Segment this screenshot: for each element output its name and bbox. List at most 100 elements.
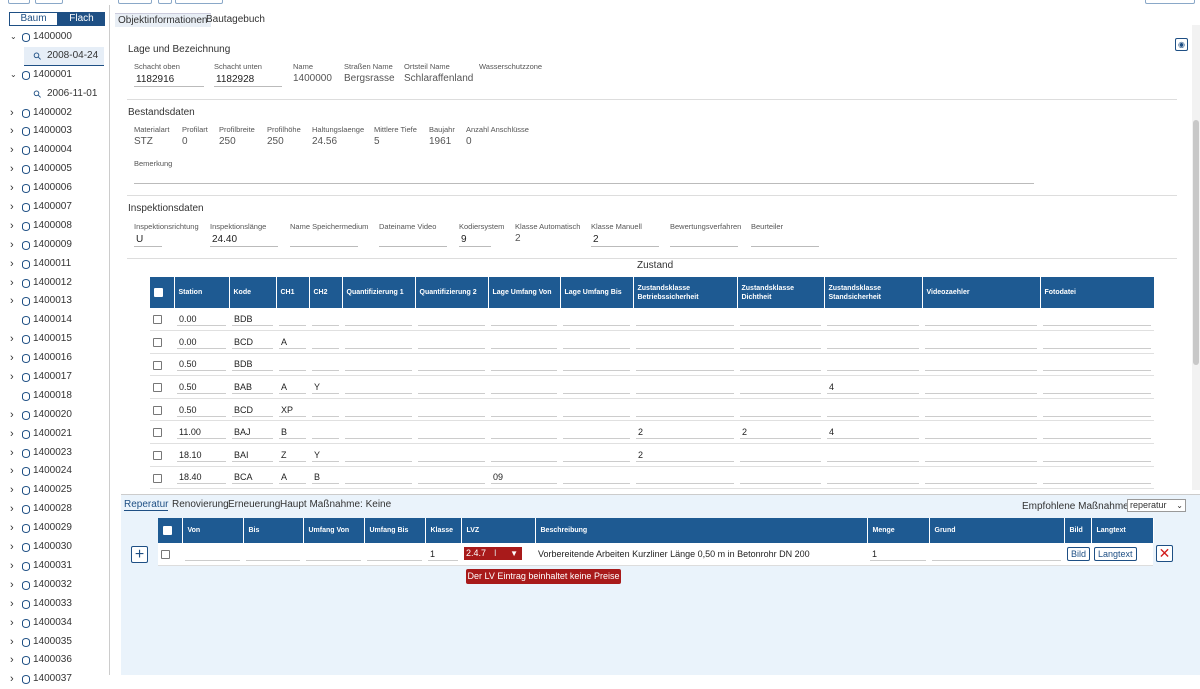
select-all-checkbox-cell[interactable] <box>150 277 175 308</box>
tree-item[interactable]: › 1400007 <box>0 198 110 217</box>
column-header[interactable]: Station <box>174 277 230 308</box>
chevron-down-icon[interactable]: ⌄ <box>10 28 17 47</box>
tab-renovierung[interactable]: Renovierung <box>172 499 229 510</box>
cell-input[interactable]: A <box>279 380 306 395</box>
cell-input[interactable] <box>312 403 339 417</box>
cell-input[interactable] <box>740 448 821 462</box>
cell-input[interactable]: 4 <box>827 425 919 440</box>
row-checkbox[interactable] <box>153 473 162 483</box>
cell-input[interactable] <box>740 470 821 485</box>
select-all-checkbox-cell[interactable] <box>158 518 183 543</box>
row-checkbox-cell[interactable] <box>150 398 174 422</box>
cell-input[interactable]: 2 <box>636 448 734 462</box>
cell-input[interactable]: 0.50 <box>177 357 226 372</box>
tree-item[interactable]: › 1400013 <box>0 292 110 311</box>
cell-input[interactable] <box>1043 403 1151 417</box>
cell-input[interactable] <box>345 470 412 485</box>
tree-item[interactable]: › 1400017 <box>0 368 110 387</box>
langtext-button[interactable]: Langtext <box>1094 546 1137 561</box>
bild-button[interactable]: Bild <box>1067 546 1091 561</box>
add-row-button[interactable]: + <box>131 546 148 563</box>
cell-input[interactable] <box>925 448 1037 462</box>
toolbar-button[interactable] <box>8 0 30 4</box>
cell-input[interactable] <box>491 403 557 417</box>
chevron-right-icon[interactable]: › <box>10 217 14 236</box>
delete-row-button[interactable]: ✕ <box>1156 545 1173 562</box>
cell-input[interactable] <box>279 312 306 327</box>
cell-input[interactable] <box>1043 425 1151 440</box>
cell-input[interactable] <box>1043 470 1151 485</box>
column-header[interactable]: Beschreibung <box>535 518 868 543</box>
cell-input[interactable]: 0.50 <box>177 403 226 417</box>
tree-item[interactable]: › 1400032 <box>0 576 110 595</box>
column-header[interactable]: CH1 <box>276 277 310 308</box>
tree-item[interactable]: › 1400002 <box>0 104 110 123</box>
toolbar-button[interactable] <box>118 0 152 4</box>
cell-input[interactable] <box>312 312 339 327</box>
cell-input[interactable]: BDB <box>232 357 273 372</box>
tree-item[interactable]: › 1400020 <box>0 406 110 425</box>
chevron-right-icon[interactable]: › <box>10 198 14 217</box>
row-checkbox-cell[interactable] <box>158 543 182 566</box>
cell-input[interactable]: BCA <box>232 470 273 485</box>
tree-item[interactable]: › 1400034 <box>0 614 110 633</box>
chevron-right-icon[interactable]: › <box>10 500 14 519</box>
cell-input[interactable] <box>418 403 485 417</box>
chevron-right-icon[interactable]: › <box>10 614 14 633</box>
toolbar-button[interactable] <box>175 0 223 4</box>
cell-input[interactable]: 2 <box>740 425 821 440</box>
column-header[interactable]: Zustandsklasse Dichtheit <box>737 277 825 308</box>
umfang-bis-input[interactable] <box>367 547 422 561</box>
cell-input[interactable] <box>925 403 1037 417</box>
column-header[interactable]: Zustandsklasse Betriebssicherheit <box>633 277 738 308</box>
column-header[interactable]: Grund <box>929 518 1065 543</box>
cell-input[interactable] <box>925 357 1037 372</box>
cell-input[interactable]: A <box>279 470 306 485</box>
row-checkbox-cell[interactable] <box>150 375 174 399</box>
cell-input[interactable] <box>827 403 919 417</box>
chevron-right-icon[interactable]: › <box>10 538 14 557</box>
tree-item[interactable]: › 1400024 <box>0 462 110 481</box>
chevron-right-icon[interactable]: › <box>10 122 14 141</box>
cell-input[interactable] <box>925 425 1037 440</box>
cell-input[interactable]: 4 <box>827 380 919 395</box>
cell-input[interactable] <box>636 335 734 349</box>
chevron-right-icon[interactable]: › <box>10 651 14 670</box>
cell-input[interactable]: XP <box>279 403 306 417</box>
cell-input[interactable] <box>345 335 412 349</box>
cell-input[interactable] <box>925 470 1037 485</box>
von-input[interactable] <box>185 547 240 561</box>
field-input[interactable] <box>290 233 358 247</box>
column-header[interactable]: Klasse <box>425 518 462 543</box>
cell-input[interactable]: BAJ <box>232 425 273 440</box>
select-all-checkbox[interactable] <box>163 526 172 535</box>
cell-input[interactable] <box>491 425 557 440</box>
tab-bautagebuch[interactable]: Bautagebuch <box>203 13 268 27</box>
column-header[interactable]: CH2 <box>309 277 343 308</box>
cell-input[interactable] <box>827 448 919 462</box>
cell-input[interactable]: Z <box>279 448 306 462</box>
cell-input[interactable] <box>636 380 734 395</box>
column-header[interactable]: Bis <box>243 518 304 543</box>
tab-reperatur[interactable]: Reperatur <box>124 499 169 511</box>
cell-input[interactable] <box>827 470 919 485</box>
chevron-right-icon[interactable]: › <box>10 368 14 387</box>
baum-toggle-button[interactable]: Baum <box>9 12 58 26</box>
cell-input[interactable] <box>418 425 485 440</box>
cell-input[interactable]: 0.00 <box>177 335 226 349</box>
cell-input[interactable] <box>312 425 339 440</box>
cell-input[interactable] <box>418 357 485 372</box>
field-input[interactable] <box>670 233 738 247</box>
column-header[interactable]: Quantifizierung 1 <box>342 277 416 308</box>
cell-input[interactable]: BCD <box>232 335 273 349</box>
tree-item[interactable]: › 1400031 <box>0 557 110 576</box>
row-checkbox-cell[interactable] <box>150 308 174 332</box>
bis-input[interactable] <box>246 547 300 561</box>
empfohlene-massnahme-select[interactable]: reperatur ⌄ <box>1127 499 1186 512</box>
select-all-checkbox[interactable] <box>154 287 163 297</box>
menge-input[interactable]: 1 <box>870 547 926 561</box>
grund-input[interactable] <box>932 547 1061 561</box>
field-input[interactable]: 1182916 <box>134 73 204 87</box>
cell-input[interactable] <box>1043 312 1151 327</box>
tree-item[interactable]: › 1400012 <box>0 274 110 293</box>
